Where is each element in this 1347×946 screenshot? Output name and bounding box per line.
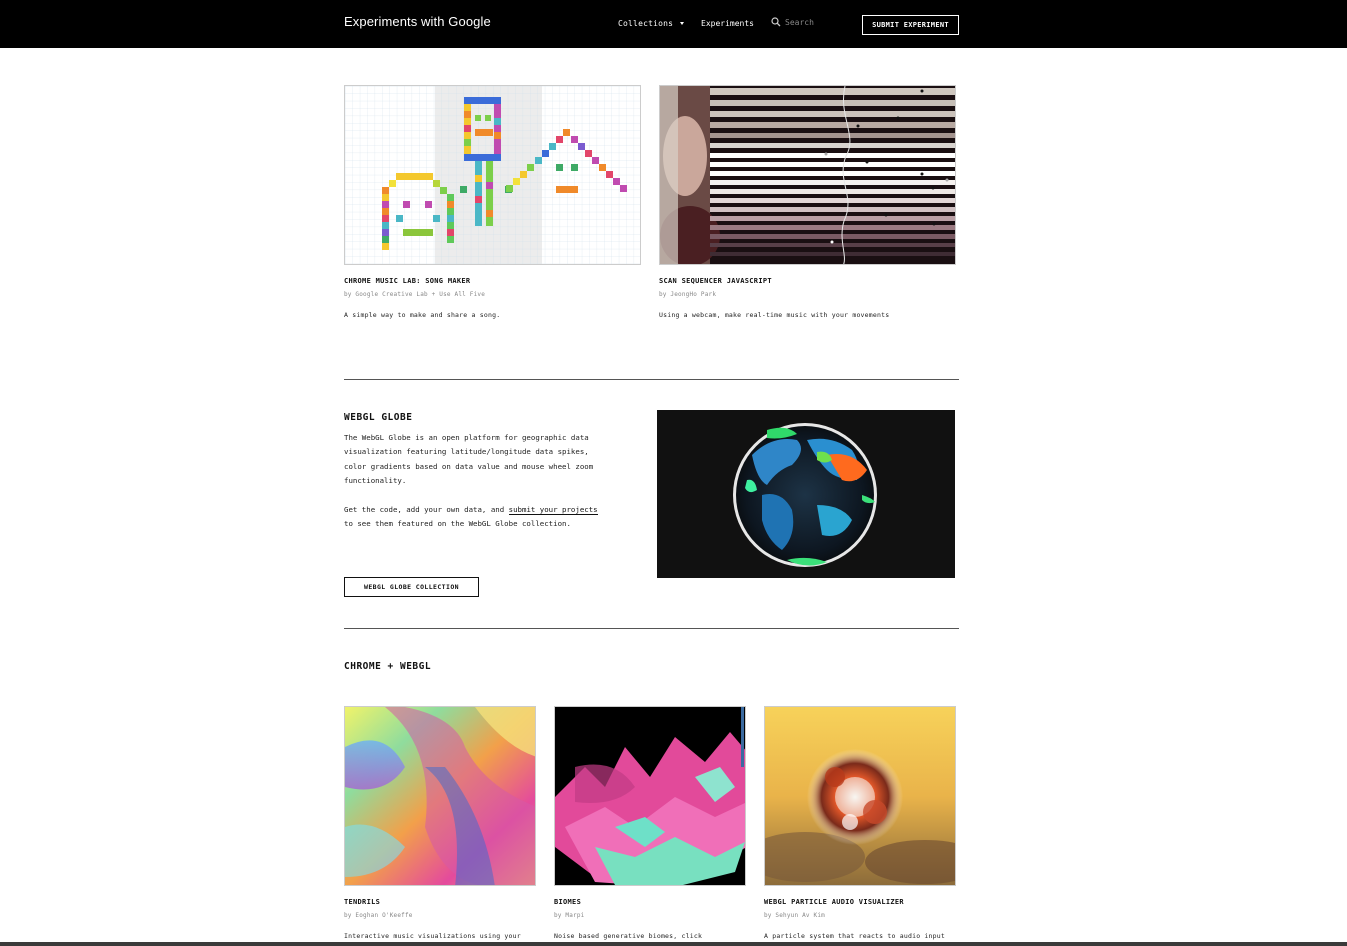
section-divider xyxy=(344,379,959,380)
experiment-card-song-maker[interactable]: CHROME MUSIC LAB: SONG MAKER by Google C… xyxy=(344,85,641,321)
search-icon xyxy=(771,17,781,27)
card-title[interactable]: CHROME MUSIC LAB: SONG MAKER xyxy=(344,277,641,285)
experiment-card-scan-sequencer[interactable]: SCAN SEQUENCER JAVASCRIPT by JeongHo Par… xyxy=(659,85,956,321)
card-title[interactable]: SCAN SEQUENCER JAVASCRIPT xyxy=(659,277,956,285)
nav-collections[interactable]: Collections xyxy=(618,19,685,28)
biomes-thumbnail[interactable] xyxy=(554,706,746,886)
experiment-card-particle-visualizer[interactable]: WEBGL PARTICLE AUDIO VISUALIZER by Sehyu… xyxy=(764,706,956,942)
particle-visualizer-image xyxy=(765,707,955,885)
song-maker-thumbnail[interactable] xyxy=(344,85,641,265)
chevron-down-icon xyxy=(680,22,685,25)
card-description: Using a webcam, make real-time music wit… xyxy=(659,311,890,319)
webgl-globe-collection-button[interactable]: WEBGL GLOBE COLLECTION xyxy=(344,577,479,597)
card-description: Noise based generative biomes, click xyxy=(554,932,703,940)
card-title[interactable]: BIOMES xyxy=(554,898,746,906)
nav-experiments[interactable]: Experiments xyxy=(701,19,754,28)
top-navigation-bar: Experiments with Google Collections Expe… xyxy=(0,0,1347,48)
globe-paragraph-2-tail: to see them featured on the WebGL Globe … xyxy=(344,519,571,529)
globe-paragraph-1: The WebGL Globe is an open platform for … xyxy=(344,433,594,486)
card-author: by Google Creative Lab + Use All Five xyxy=(344,291,486,298)
card-author: by Eoghan O'Keeffe xyxy=(344,912,413,919)
webgl-globe-image[interactable] xyxy=(657,410,955,578)
scan-sequencer-thumbnail[interactable] xyxy=(659,85,956,265)
search-box[interactable] xyxy=(771,17,855,27)
nav-collections-label: Collections xyxy=(618,19,674,28)
section-divider xyxy=(344,628,959,629)
search-input[interactable] xyxy=(785,17,855,27)
tendrils-image xyxy=(345,707,535,885)
card-author: by Sehyun Av Kim xyxy=(764,912,825,919)
card-title[interactable]: TENDRILS xyxy=(344,898,536,906)
card-author: by Marpi xyxy=(554,912,585,919)
chrome-webgl-section-title: CHROME + WEBGL xyxy=(344,661,432,672)
experiment-card-tendrils[interactable]: TENDRILS by Eoghan O'Keeffe Interactive … xyxy=(344,706,536,942)
card-description: Interactive music visualizations using y… xyxy=(344,932,521,940)
globe-paragraph-2: Get the code, add your own data, and sub… xyxy=(344,503,606,532)
card-title[interactable]: WEBGL PARTICLE AUDIO VISUALIZER xyxy=(764,898,956,906)
submit-experiment-button[interactable]: SUBMIT EXPERIMENT xyxy=(862,15,959,35)
globe-paragraph-2-text: Get the code, add your own data, and xyxy=(344,504,509,514)
globe-illustration xyxy=(657,410,955,578)
experiment-card-biomes[interactable]: BIOMES by Marpi Noise based generative b… xyxy=(554,706,746,942)
webgl-globe-title: WEBGL GLOBE xyxy=(344,412,413,423)
card-author: by JeongHo Park xyxy=(659,291,717,298)
song-maker-image xyxy=(345,86,640,264)
tendrils-thumbnail[interactable] xyxy=(344,706,536,886)
site-logo[interactable]: Experiments with Google xyxy=(344,14,491,29)
biomes-image xyxy=(555,707,745,885)
horizontal-scrollbar[interactable] xyxy=(0,942,1347,946)
card-description: A simple way to make and share a song. xyxy=(344,311,501,319)
card-description: A particle system that reacts to audio i… xyxy=(764,932,945,940)
scan-sequencer-image xyxy=(660,86,955,264)
particle-visualizer-thumbnail[interactable] xyxy=(764,706,956,886)
submit-projects-link[interactable]: submit your projects xyxy=(508,504,598,515)
webgl-globe-description: The WebGL Globe is an open platform for … xyxy=(344,431,606,531)
